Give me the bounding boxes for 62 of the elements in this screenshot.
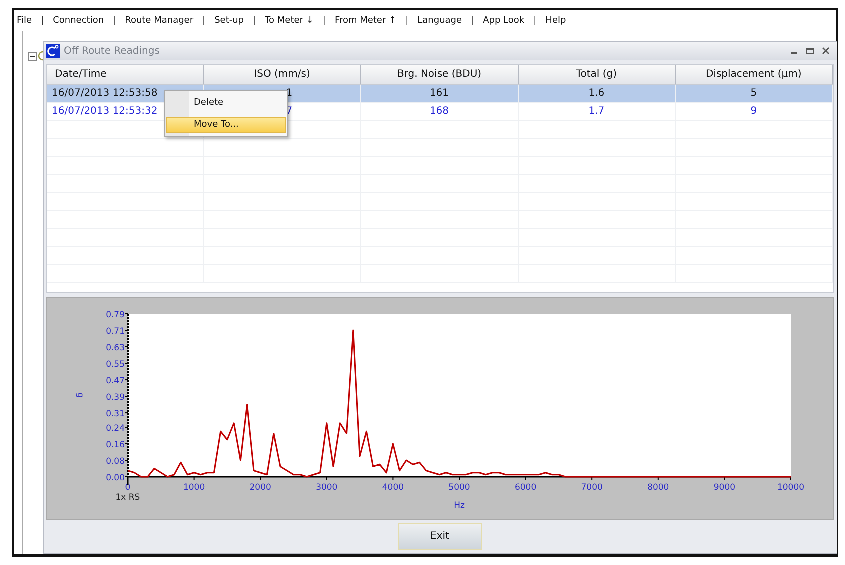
order-marker	[127, 477, 129, 485]
tick-label: 8000	[648, 483, 670, 493]
menu-item[interactable]: Help	[546, 16, 566, 26]
menu-separator: |	[41, 16, 44, 26]
window-title: Off Route Readings	[64, 46, 160, 56]
menu-item[interactable]: Connection	[53, 16, 104, 26]
menu-item[interactable]: Route Manager	[125, 16, 194, 26]
menu-separator: |	[113, 16, 116, 26]
exit-button[interactable]: Exit	[398, 523, 482, 550]
tick-label: 0.31	[106, 410, 125, 420]
menu-item[interactable]: Set-up	[214, 16, 244, 26]
tick-label: 0.63	[106, 344, 125, 354]
tick-label: 6000	[514, 483, 537, 493]
menu-separator: |	[202, 16, 206, 26]
app-icon	[46, 44, 60, 58]
tick-label: 0.55	[106, 360, 125, 370]
tick-label: 0.39	[106, 393, 125, 404]
tick-label: 0.71	[106, 327, 125, 337]
y-axis-title: g	[75, 392, 85, 398]
tick-label: 1000	[183, 483, 206, 493]
menu-separator: |	[534, 16, 537, 26]
tick-label: 0.16	[106, 440, 125, 450]
menu-item[interactable]: Move To...	[166, 117, 286, 133]
x-axis-title: Hz	[454, 501, 465, 511]
menu-separator: |	[253, 16, 256, 26]
maximize-icon[interactable]	[805, 46, 815, 56]
column-header[interactable]: ISO (mm/s)	[204, 65, 362, 84]
tick-label: 0.00	[106, 474, 125, 484]
tick-label: 3000	[316, 483, 338, 493]
table-cell: 5	[676, 85, 833, 102]
tick-label: 0.24	[106, 424, 125, 434]
tick-label: 0	[125, 483, 131, 493]
close-icon[interactable]	[821, 46, 831, 56]
menu-item[interactable]: App Look	[483, 16, 525, 26]
table-cell: 1.6	[518, 85, 676, 102]
tick-label: 0.79	[106, 310, 125, 320]
table-cell: 1.7	[518, 103, 676, 120]
tick-label: 5000	[448, 483, 470, 493]
menu-separator: |	[471, 16, 474, 26]
table-cell: 9	[676, 103, 833, 120]
tick-label: 2000	[250, 483, 272, 493]
tick-label: 0.47	[106, 376, 125, 387]
tick-label: 9000	[714, 483, 736, 493]
menu-separator: |	[406, 16, 409, 26]
column-header[interactable]: Brg. Noise (BDU)	[361, 65, 519, 84]
tick-label: 4000	[382, 483, 404, 493]
tick-label: 10000	[777, 483, 805, 493]
menu-separator: |	[322, 16, 326, 26]
tick-label: 0.08	[106, 457, 125, 467]
menu-item[interactable]: File	[17, 16, 32, 26]
column-header[interactable]: Date/Time	[47, 65, 204, 84]
menu-item[interactable]: Language	[418, 16, 462, 26]
annotation-label: 1x RS	[116, 493, 140, 503]
collapse-icon[interactable]	[28, 52, 37, 60]
table-cell: 168	[361, 103, 519, 120]
column-header[interactable]: Displacement (µm)	[676, 65, 833, 84]
column-header[interactable]: Total (g)	[518, 65, 676, 84]
node-icon	[38, 51, 43, 61]
menu-item[interactable]: From Meter ↑	[334, 16, 397, 26]
menu-item[interactable]: To Meter ↓	[265, 16, 314, 26]
table-cell: 161	[361, 85, 519, 102]
tick-label: 7000	[581, 483, 603, 493]
